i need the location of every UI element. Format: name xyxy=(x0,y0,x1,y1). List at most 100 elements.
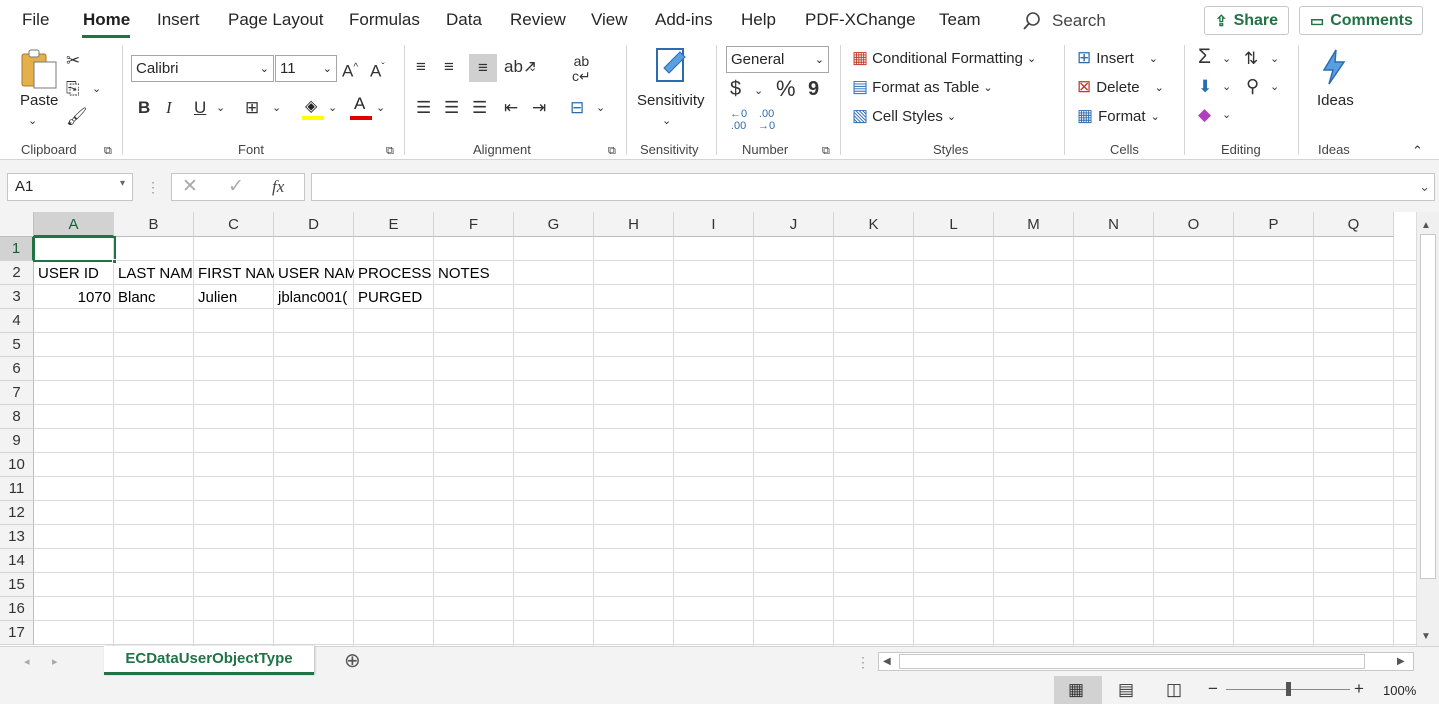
align-center-icon[interactable]: ☰ xyxy=(444,97,459,119)
chevron-down-icon[interactable]: ⌄ xyxy=(328,97,337,119)
row-header-7[interactable]: 7 xyxy=(0,381,34,405)
row-header-5[interactable]: 5 xyxy=(0,333,34,357)
decrease-font-icon[interactable]: Aˇ xyxy=(370,57,385,83)
column-header-M[interactable]: M xyxy=(994,212,1074,237)
cell-E3[interactable]: PURGED xyxy=(355,286,434,310)
tab-file[interactable]: File xyxy=(22,10,49,30)
tab-insert[interactable]: Insert xyxy=(157,10,200,30)
name-box[interactable]: A1 ▾ xyxy=(7,173,133,201)
align-middle-icon[interactable]: ≡ xyxy=(444,56,454,78)
column-header-N[interactable]: N xyxy=(1074,212,1154,237)
column-header-A[interactable]: A xyxy=(34,212,114,237)
tab-data[interactable]: Data xyxy=(446,10,482,30)
sensitivity-button[interactable]: Sensitivity xyxy=(637,92,705,109)
dialog-launcher-icon[interactable]: ⧉ xyxy=(386,140,394,162)
tab-formulas[interactable]: Formulas xyxy=(349,10,420,30)
fill-icon[interactable]: ⬇ xyxy=(1198,76,1212,98)
row-header-1[interactable]: 1 xyxy=(0,237,34,261)
row-header-17[interactable]: 17 xyxy=(0,621,34,645)
insert-cells-button[interactable]: ⊞ Insert ⌄ xyxy=(1077,46,1158,70)
chevron-down-icon[interactable]: ⌄ xyxy=(1270,48,1279,70)
tab-view[interactable]: View xyxy=(591,10,628,30)
search-box[interactable]: Search xyxy=(1022,8,1106,34)
chevron-down-icon[interactable]: ⌄ xyxy=(754,80,763,102)
increase-decimal-icon[interactable]: ←0.00 xyxy=(730,108,747,132)
ideas-icon[interactable] xyxy=(1318,48,1350,86)
conditional-formatting-button[interactable]: ▦ Conditional Formatting ⌄ xyxy=(852,46,1036,70)
column-header-P[interactable]: P xyxy=(1234,212,1314,237)
row-header-12[interactable]: 12 xyxy=(0,501,34,525)
row-header-14[interactable]: 14 xyxy=(0,549,34,573)
scroll-down-icon[interactable]: ▼ xyxy=(1421,626,1431,648)
comments-button[interactable]: ▭ Comments xyxy=(1299,6,1423,35)
increase-font-icon[interactable]: A^ xyxy=(342,57,358,83)
row-header-15[interactable]: 15 xyxy=(0,573,34,597)
tab-help[interactable]: Help xyxy=(741,10,776,30)
worksheet-grid[interactable]: ABCDEFGHIJKLMNOPQ 1 2 3 4 5 6 7 8 9 10 11 12 13 14 15 1… xyxy=(0,212,1416,646)
bold-button[interactable]: B xyxy=(138,97,150,119)
dialog-launcher-icon[interactable]: ⧉ xyxy=(822,140,830,162)
italic-button[interactable]: I xyxy=(166,97,172,119)
decrease-indent-icon[interactable]: ⇤ xyxy=(504,97,518,119)
copy-icon[interactable]: ⎘ xyxy=(66,78,80,100)
decrease-decimal-icon[interactable]: .00 →0 xyxy=(758,108,775,132)
chevron-down-icon[interactable]: ⌄ xyxy=(1222,48,1231,70)
format-painter-icon[interactable]: 🖌 xyxy=(66,106,88,128)
chevron-down-icon[interactable]: ⌄ xyxy=(216,97,225,119)
tab-pdf-xchange[interactable]: PDF-XChange xyxy=(805,10,916,30)
percent-button[interactable]: % xyxy=(776,78,796,100)
row-header-3[interactable]: 3 xyxy=(0,285,34,309)
tab-page-layout[interactable]: Page Layout xyxy=(228,10,323,30)
font-size-select[interactable]: 11 ⌄ xyxy=(275,55,337,82)
prev-sheet-icon[interactable]: ◂ xyxy=(24,651,30,673)
normal-view-button[interactable]: ▦ xyxy=(1054,676,1102,704)
fill-color-icon[interactable]: ◈ xyxy=(302,96,324,122)
select-all-button[interactable] xyxy=(0,212,34,237)
insert-function-button[interactable]: fx xyxy=(272,176,284,198)
active-cell-A1[interactable] xyxy=(33,236,116,262)
row-header-10[interactable]: 10 xyxy=(0,453,34,477)
currency-button[interactable]: $ xyxy=(730,78,741,100)
collapse-ribbon-icon[interactable]: ⌃ xyxy=(1412,140,1423,162)
delete-cells-button[interactable]: ⊠ Delete ⌄ xyxy=(1077,75,1164,99)
tab-review[interactable]: Review xyxy=(510,10,566,30)
chevron-down-icon[interactable]: ⌄ xyxy=(1222,104,1231,126)
chevron-down-icon[interactable]: ⌄ xyxy=(596,97,605,119)
enter-icon[interactable]: ✓ xyxy=(228,176,244,198)
number-format-select[interactable]: General ⌄ xyxy=(726,46,829,73)
share-button[interactable]: ⇪ Share xyxy=(1204,6,1289,35)
column-header-K[interactable]: K xyxy=(834,212,914,237)
page-layout-view-icon[interactable]: ▤ xyxy=(1118,679,1134,701)
expand-formula-icon[interactable]: ⌄ xyxy=(1419,176,1430,198)
font-name-select[interactable]: Calibri ⌄ xyxy=(131,55,274,82)
dialog-launcher-icon[interactable]: ⧉ xyxy=(104,140,112,162)
chevron-down-icon[interactable]: ⌄ xyxy=(1270,76,1279,98)
chevron-down-icon[interactable]: ⌄ xyxy=(528,57,537,79)
zoom-out-icon[interactable]: − xyxy=(1208,678,1218,700)
font-color-icon[interactable]: A xyxy=(350,94,372,122)
vertical-scrollbar[interactable]: ▲ ▼ xyxy=(1416,212,1439,646)
clear-icon[interactable]: ◆ xyxy=(1198,104,1211,126)
cell-F2[interactable]: NOTES xyxy=(435,262,535,286)
wrap-text-icon[interactable]: ab c↵ xyxy=(572,54,591,84)
scroll-left-icon[interactable]: ◀ xyxy=(883,651,891,673)
column-header-H[interactable]: H xyxy=(594,212,674,237)
row-header-9[interactable]: 9 xyxy=(0,429,34,453)
row-header-16[interactable]: 16 xyxy=(0,597,34,621)
cancel-icon[interactable]: ✕ xyxy=(182,176,198,198)
scroll-right-icon[interactable]: ▶ xyxy=(1397,651,1405,673)
cell-B2[interactable]: LAST NAM xyxy=(115,262,194,286)
format-as-table-button[interactable]: ▤ Format as Table ⌄ xyxy=(852,75,993,99)
borders-icon[interactable]: ⊞ xyxy=(245,97,259,119)
format-cells-button[interactable]: ▦ Format ⌄ xyxy=(1077,104,1160,128)
zoom-in-icon[interactable]: + xyxy=(1354,678,1364,700)
underline-button[interactable]: U xyxy=(194,97,206,119)
column-header-L[interactable]: L xyxy=(914,212,994,237)
tab-home[interactable]: Home xyxy=(83,10,130,30)
zoom-level[interactable]: 100% xyxy=(1383,683,1416,698)
column-header-G[interactable]: G xyxy=(514,212,594,237)
cell-E2[interactable]: PROCESS S xyxy=(355,262,434,286)
cell-A3[interactable]: 1070 xyxy=(35,286,114,310)
cell-C3[interactable]: Julien xyxy=(195,286,274,310)
row-header-8[interactable]: 8 xyxy=(0,405,34,429)
